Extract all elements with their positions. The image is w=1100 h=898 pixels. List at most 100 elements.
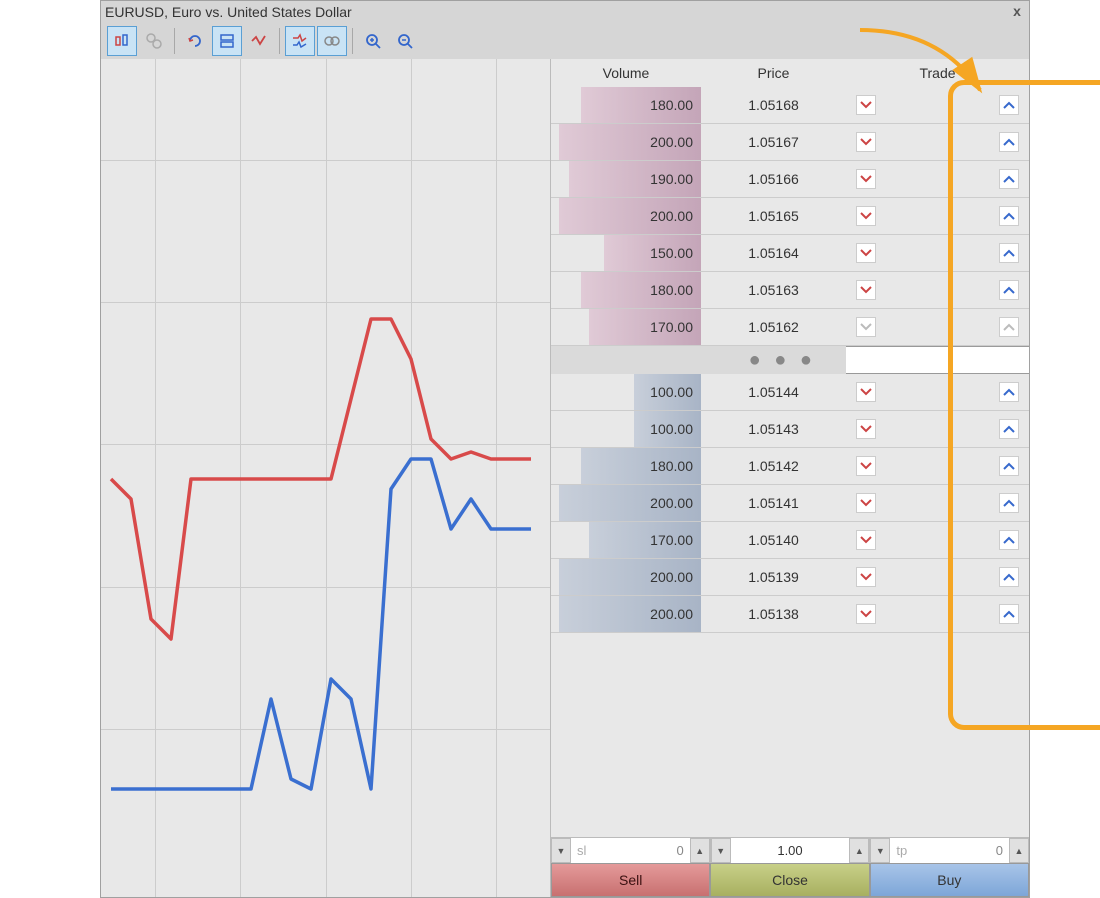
dom-row: 180.001.05142 — [551, 448, 1029, 485]
sell-at-price-button[interactable] — [856, 382, 876, 402]
separator — [352, 28, 353, 54]
buy-at-price-button[interactable] — [999, 456, 1019, 476]
sell-at-price-button[interactable] — [856, 419, 876, 439]
buy-button[interactable]: Buy — [870, 863, 1029, 897]
trade-cell — [846, 132, 1029, 152]
lot-input[interactable]: 1.00 — [731, 838, 850, 863]
sell-button[interactable]: Sell — [551, 863, 710, 897]
toolbar-spread-button[interactable] — [285, 26, 315, 56]
trade-cell — [846, 530, 1029, 550]
volume-cell: 150.00 — [551, 235, 701, 271]
price-cell: 1.05144 — [701, 384, 846, 400]
toolbar-split-button[interactable] — [212, 26, 242, 56]
sell-at-price-button[interactable] — [856, 530, 876, 550]
sell-at-price-button[interactable] — [856, 95, 876, 115]
buy-at-price-button[interactable] — [999, 493, 1019, 513]
trade-cell — [846, 206, 1029, 226]
header-volume: Volume — [551, 65, 701, 81]
volume-cell: 190.00 — [551, 161, 701, 197]
trade-cell — [846, 169, 1029, 189]
tp-spinner: ▼ tp0 ▲ — [870, 838, 1029, 863]
dom-body: 180.001.05168200.001.05167190.001.051662… — [551, 87, 1029, 633]
dom-row: 170.001.05162 — [551, 309, 1029, 346]
buy-at-price-button[interactable] — [999, 604, 1019, 624]
spread-row: ● ● ● — [551, 346, 1029, 374]
price-cell: 1.05165 — [701, 208, 846, 224]
trade-cell — [846, 280, 1029, 300]
tp-down-button[interactable]: ▼ — [870, 838, 890, 863]
volume-cell: 180.00 — [551, 272, 701, 308]
buy-at-price-button[interactable] — [999, 169, 1019, 189]
trade-cell — [846, 604, 1029, 624]
price-cell: 1.05167 — [701, 134, 846, 150]
split-icon — [218, 32, 236, 50]
tp-input[interactable]: tp0 — [890, 838, 1009, 863]
buy-at-price-button[interactable] — [999, 530, 1019, 550]
buy-at-price-button[interactable] — [999, 206, 1019, 226]
tp-up-button[interactable]: ▲ — [1009, 838, 1029, 863]
close-button[interactable]: x — [1009, 4, 1025, 20]
buy-at-price-button[interactable] — [999, 419, 1019, 439]
buy-at-price-button[interactable] — [999, 317, 1019, 337]
trade-cell — [846, 567, 1029, 587]
toolbar-chart-button[interactable] — [107, 26, 137, 56]
header-trade: Trade — [846, 65, 1029, 81]
lot-down-button[interactable]: ▼ — [711, 838, 731, 863]
sell-at-price-button[interactable] — [856, 567, 876, 587]
buy-at-price-button[interactable] — [999, 567, 1019, 587]
buy-at-price-button[interactable] — [999, 243, 1019, 263]
header-price: Price — [701, 65, 846, 81]
buy-at-price-button[interactable] — [999, 95, 1019, 115]
toolbar-refresh-button[interactable] — [180, 26, 210, 56]
dom-row: 200.001.05139 — [551, 559, 1029, 596]
sell-at-price-button[interactable] — [856, 206, 876, 226]
separator — [279, 28, 280, 54]
sl-down-button[interactable]: ▼ — [551, 838, 571, 863]
buy-at-price-button[interactable] — [999, 280, 1019, 300]
dom-row: 180.001.05168 — [551, 87, 1029, 124]
volume-cell: 200.00 — [551, 485, 701, 521]
window-title: EURUSD, Euro vs. United States Dollar — [105, 4, 1009, 20]
toolbar-zoom-in-button[interactable] — [358, 26, 388, 56]
price-cell: 1.05143 — [701, 421, 846, 437]
sl-up-button[interactable]: ▲ — [690, 838, 710, 863]
circles-icon — [323, 32, 341, 50]
toolbar-zoom-out-button[interactable] — [390, 26, 420, 56]
toolbar-time-button[interactable] — [139, 26, 169, 56]
content: Volume Price Trade 180.001.05168200.001.… — [101, 59, 1029, 897]
candlestick-icon — [113, 32, 131, 50]
tick-chart[interactable] — [101, 59, 551, 897]
buy-at-price-button[interactable] — [999, 382, 1019, 402]
close-position-button[interactable]: Close — [710, 863, 869, 897]
volume-cell: 100.00 — [551, 411, 701, 447]
spread-blank — [846, 346, 1029, 374]
sell-at-price-button[interactable] — [856, 604, 876, 624]
spinner-row: ▼ sl0 ▲ ▼ 1.00 ▲ ▼ tp0 ▲ — [551, 837, 1029, 863]
sl-input[interactable]: sl0 — [571, 838, 690, 863]
clock-icon — [145, 32, 163, 50]
sell-at-price-button[interactable] — [856, 132, 876, 152]
sell-at-price-button[interactable] — [856, 317, 876, 337]
lot-up-button[interactable]: ▲ — [849, 838, 869, 863]
sell-at-price-button[interactable] — [856, 243, 876, 263]
trade-cell — [846, 243, 1029, 263]
buy-at-price-button[interactable] — [999, 132, 1019, 152]
action-row: Sell Close Buy — [551, 863, 1029, 897]
dom-row: 200.001.05167 — [551, 124, 1029, 161]
sell-at-price-button[interactable] — [856, 493, 876, 513]
toolbar-tick-button[interactable] — [244, 26, 274, 56]
zoom-in-icon — [364, 32, 382, 50]
dom-row: 100.001.05144 — [551, 374, 1029, 411]
sell-at-price-button[interactable] — [856, 456, 876, 476]
sell-at-price-button[interactable] — [856, 169, 876, 189]
dom-row: 170.001.05140 — [551, 522, 1029, 559]
volume-cell: 200.00 — [551, 596, 701, 632]
price-cell: 1.05140 — [701, 532, 846, 548]
toolbar-volume-button[interactable] — [317, 26, 347, 56]
trade-cell — [846, 95, 1029, 115]
volume-cell: 200.00 — [551, 198, 701, 234]
dom-row: 200.001.05141 — [551, 485, 1029, 522]
sell-at-price-button[interactable] — [856, 280, 876, 300]
volume-cell: 180.00 — [551, 448, 701, 484]
dom-row: 180.001.05163 — [551, 272, 1029, 309]
